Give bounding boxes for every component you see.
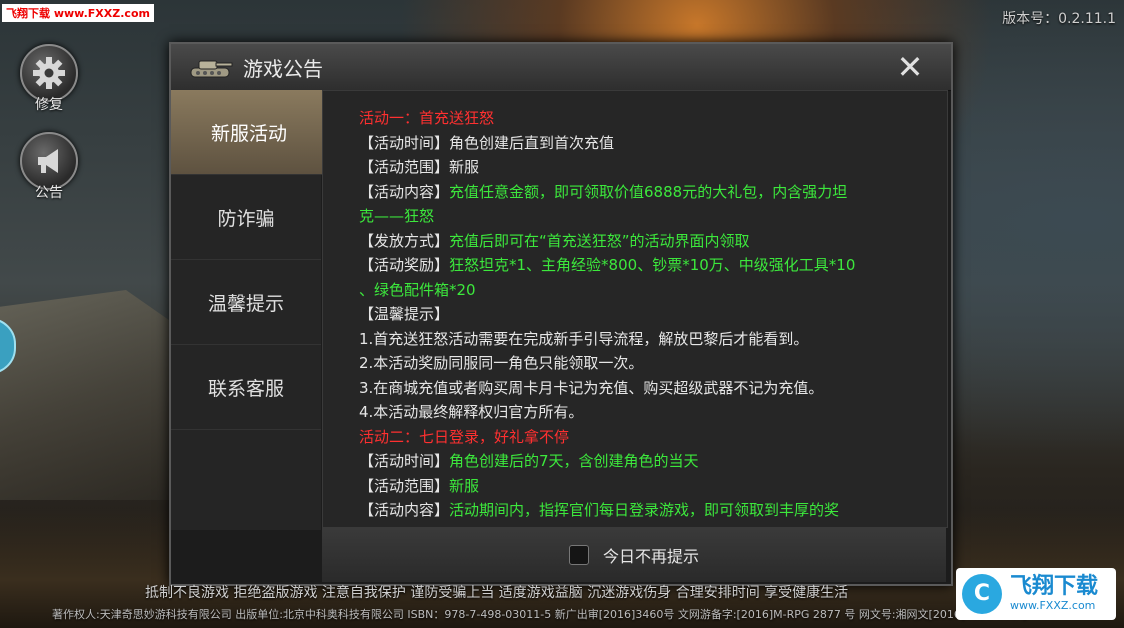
content-line: 1.首充送狂怒活动需要在完成新手引导流程，解放巴黎后才能看到。 [359,327,935,352]
content-line: 活动二：七日登录，好礼拿不停 [359,425,935,450]
content-line: 、绿色配件箱*20 [359,278,935,303]
background-tank [0,290,180,500]
tab-new-server-events[interactable]: 新服活动 [171,90,339,175]
content-segment: 3.在商城充值或者购买周卡月卡记为充值、购买超级武器不记为充值。 [359,378,824,397]
content-segment: 【活动内容】 [359,501,450,519]
announcement-button[interactable]: 公告 [20,132,78,202]
tab-anti-fraud[interactable]: 防诈骗 [171,175,321,260]
dont-show-today-checkbox[interactable] [568,545,589,565]
content-line: 【发放方式】充值后即可在“首充送狂怒”的活动界面内领取 [359,229,935,254]
content-segment: 【活动时间】角色创建后直到首次充值 [359,133,615,152]
content-segment: 【活动时间】 [359,452,450,470]
content-line: 克——狂怒 [359,204,935,229]
content-segment: 【活动范围】新服 [359,158,480,176]
tab-label: 新服活动 [210,122,287,145]
dialog-footer: 今日不再提示 [322,528,946,582]
announcement-content[interactable]: 活动一：首充送狂怒 【活动时间】角色创建后直到首次充值 【活动范围】新服 【活动内容】… [322,90,948,528]
content-segment: 2.本活动奖励同服同一角色只能领取一次。 [359,354,644,372]
version-label: 版本号：0.2.11.1 [1002,11,1116,27]
content-segment: 角色创建后的7天，含创建角色的当天 [449,452,699,470]
content-segment: 充值任意金额，即可领取价值6888元的大礼包，内含强力坦 [449,182,848,201]
announcement-dialog: 游戏公告 ✕ 新服活动 防诈骗 温馨提示 联系客服 活动一：首充送狂怒 【活动时间… [169,42,953,586]
tab-label: 温馨提示 [207,292,284,315]
watermark-top: 飞翔下载 www.FXXZ.com [2,4,154,22]
content-line: 活动一：首充送狂怒 [359,106,935,131]
copyright-text: 著作权人:天津奇思妙游科技有限公司 出版单位:北京中科奥科技有限公司 ISBN：… [52,608,1030,621]
tab-list: 新服活动 防诈骗 温馨提示 联系客服 [171,90,339,530]
content-segment: 4.本活动最终解释权归官方所有。 [359,403,584,421]
tank-icon [187,56,233,84]
content-segment: 活动期间内，指挥官们每日登录游戏，即可领取到丰厚的奖 [449,501,840,519]
content-segment: 克——狂怒 [359,207,435,225]
content-segment: 【活动奖励】 [359,256,450,274]
content-segment: 【温馨提示】 [359,305,450,323]
content-line: 3.在商城充值或者购买周卡月卡记为充值、购买超级武器不记为充值。 [359,376,935,401]
content-line: 【活动时间】角色创建后的7天，含创建角色的当天 [359,449,935,474]
content-line: 【活动内容】充值任意金额，即可领取价值6888元的大礼包，内含强力坦 [359,180,935,205]
content-segment: 充值后即可在“首充送狂怒”的活动界面内领取 [449,231,750,250]
watermark-logo-icon: C [962,574,1002,614]
content-line: 【活动时间】角色创建后直到首次充值 [359,131,935,156]
watermark-logo: C 飞翔下载 www.FXXZ.com [956,568,1116,620]
dialog-title: 游戏公告 [243,57,323,81]
content-segment: 【活动内容】 [359,182,450,201]
announcement-text: 活动一：首充送狂怒 【活动时间】角色创建后直到首次充值 【活动范围】新服 【活动内容】… [323,91,947,523]
watermark-logo-name: 飞翔下载 [1010,574,1099,599]
content-segment: 【发放方式】 [359,231,450,250]
tab-customer-service[interactable]: 联系客服 [171,345,321,430]
tab-tips[interactable]: 温馨提示 [171,260,321,345]
watermark-logo-url: www.FXXZ.com [1010,599,1096,612]
content-line: 【温馨提示】 [359,302,935,327]
content-segment: 狂怒坦克*1、主角经验*800、钞票*10万、中级强化工具*10 [449,256,856,274]
dont-show-today-label: 今日不再提示 [602,547,699,566]
content-segment: 、绿色配件箱*20 [359,280,476,299]
content-segment: 新服 [449,476,480,495]
content-line: 【活动内容】活动期间内，指挥官们每日登录游戏，即可领取到丰厚的奖 [359,498,935,523]
content-line: 4.本活动最终解释权归官方所有。 [359,400,935,425]
content-segment: 活动一：首充送狂怒 [359,109,495,127]
content-segment: 1.首充送狂怒活动需要在完成新手引导流程，解放巴黎后才能看到。 [359,329,809,348]
dialog-header: 游戏公告 ✕ [171,44,951,91]
content-line: 【活动奖励】狂怒坦克*1、主角经验*800、钞票*10万、中级强化工具*10 [359,253,935,278]
content-segment: 【活动范围】 [359,476,450,495]
repair-label: 修复 [35,97,63,113]
health-notice: 抵制不良游戏 拒绝盗版游戏 注意自我保护 谨防受骗上当 适度游戏益脑 沉迷游戏伤… [145,585,849,601]
content-line: 【活动范围】新服 [359,155,935,180]
content-segment: 活动二：七日登录，好礼拿不停 [359,427,570,446]
tab-label: 防诈骗 [217,207,275,230]
content-line: 【活动范围】新服 [359,474,935,499]
close-button[interactable]: ✕ [893,50,927,84]
announcement-label: 公告 [35,185,63,201]
repair-button[interactable]: 修复 [20,44,78,114]
tab-label: 联系客服 [207,377,284,400]
content-line: 2.本活动奖励同服同一角色只能领取一次。 [359,351,935,376]
